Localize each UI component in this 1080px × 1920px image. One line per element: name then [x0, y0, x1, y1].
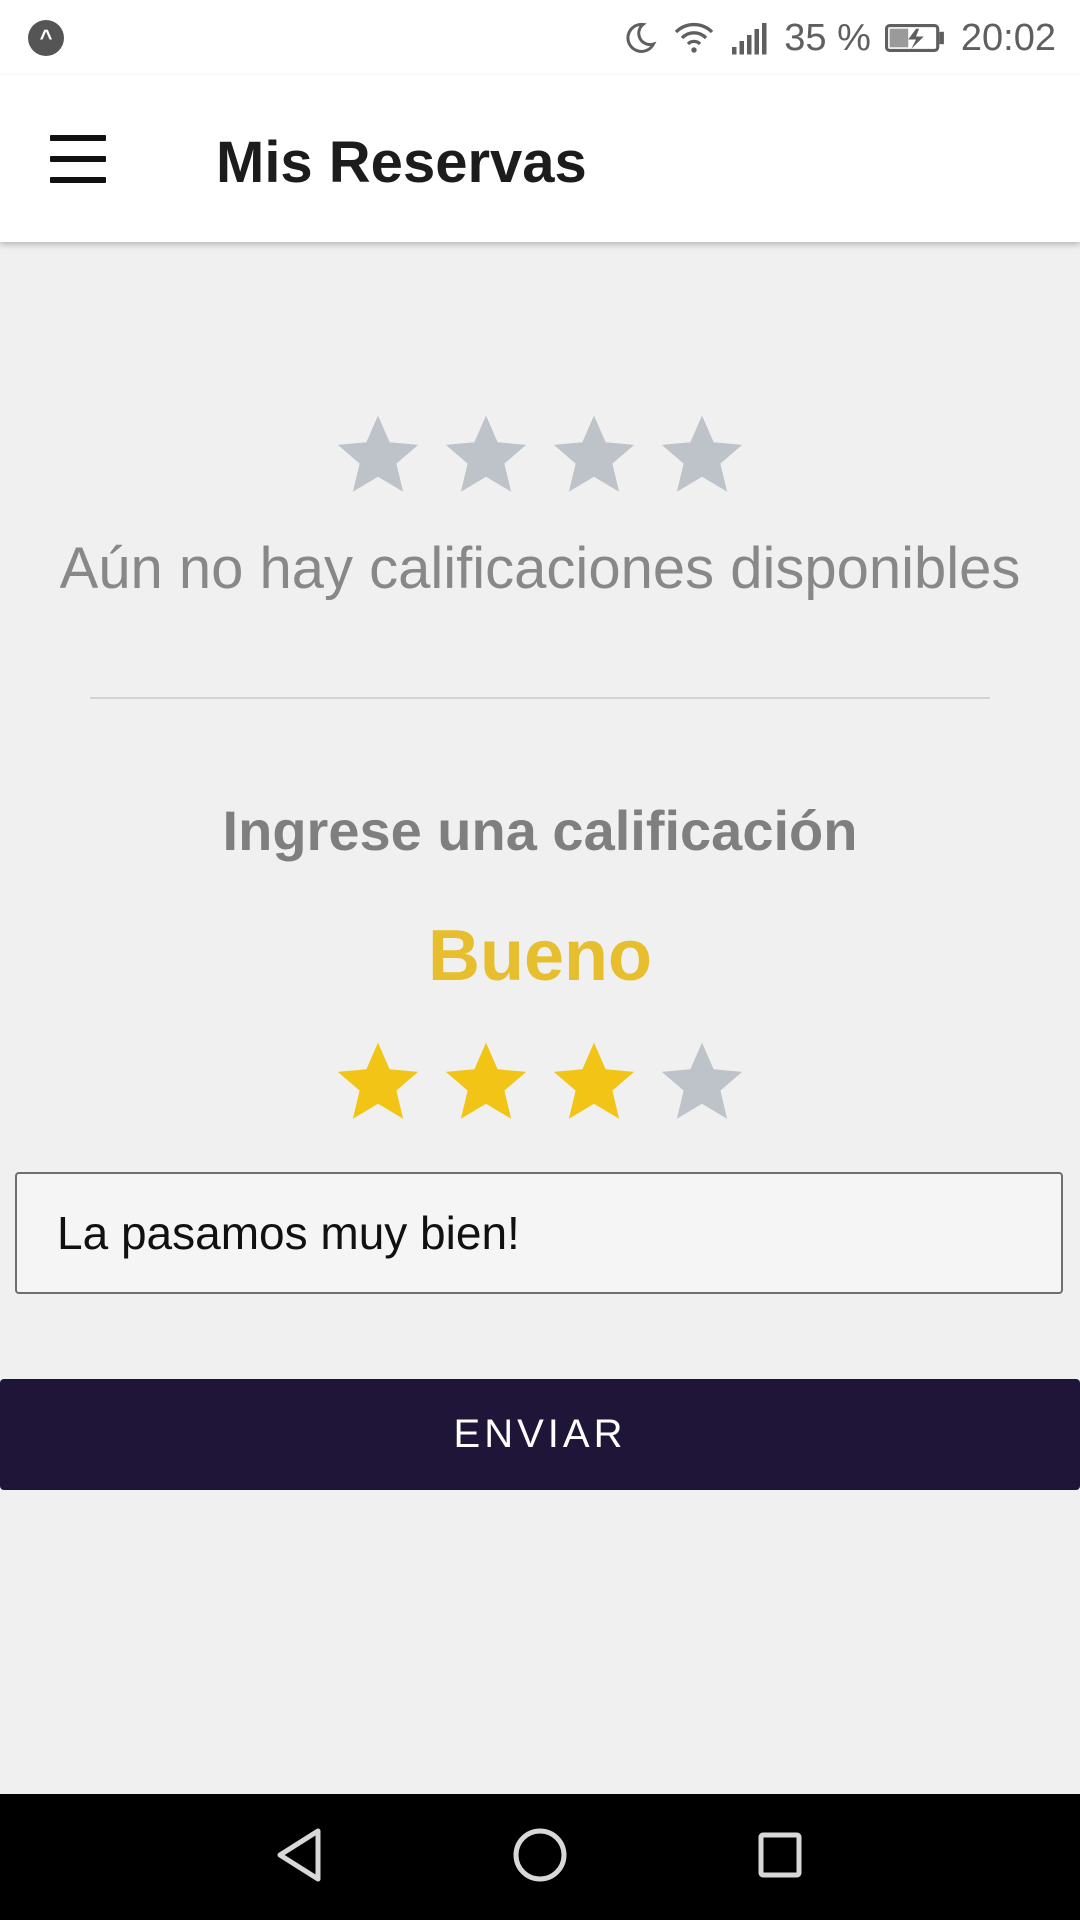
star-icon[interactable]: [549, 1037, 639, 1127]
page-title: Mis Reservas: [216, 130, 587, 195]
battery-percent: 35 %: [784, 16, 871, 59]
submit-button[interactable]: ENVIAR: [0, 1379, 1080, 1490]
app-bar: Mis Reservas: [0, 75, 1080, 242]
app-launcher-icon: ^: [28, 20, 64, 56]
battery-charging-icon: [884, 24, 944, 52]
navigation-bar: [0, 1794, 1080, 1920]
rating-label: Bueno: [428, 916, 652, 996]
star-icon[interactable]: [657, 1037, 747, 1127]
star-icon: [337, 415, 419, 492]
star-icon: [445, 415, 527, 492]
existing-ratings-stars: [0, 410, 1080, 500]
no-ratings-message: Aún no hay calificaciones disponibles: [59, 536, 1021, 601]
star-icon[interactable]: [441, 1037, 531, 1127]
signal-icon: [732, 23, 767, 55]
star-icon[interactable]: [333, 1037, 423, 1127]
rating-stars-input[interactable]: [0, 1037, 1080, 1127]
hamburger-menu-icon[interactable]: [40, 127, 112, 191]
star-icon: [661, 415, 743, 492]
recents-icon[interactable]: [755, 1825, 805, 1885]
wifi-icon: [675, 22, 714, 53]
comment-input[interactable]: [15, 1172, 1063, 1294]
back-icon[interactable]: [274, 1825, 326, 1885]
clock: 20:02: [960, 16, 1056, 59]
moon-icon: [626, 22, 657, 53]
status-indicators: 35 % 20:02: [622, 14, 1056, 62]
divider: [90, 697, 990, 699]
star-icon: [553, 415, 635, 492]
home-icon[interactable]: [511, 1825, 569, 1885]
status-bar: ^ 35 % 20:02: [0, 0, 1080, 75]
rating-heading: Ingrese una calificación: [222, 799, 858, 862]
